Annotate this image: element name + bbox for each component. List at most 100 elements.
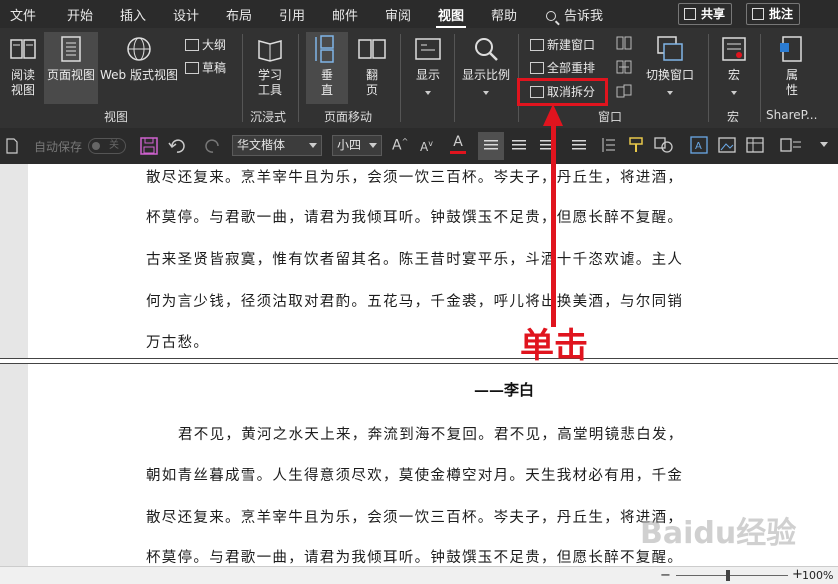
annotation-highlight-box <box>517 78 608 106</box>
draft-label: 草稿 <box>202 61 227 75</box>
draft-button[interactable]: 草稿 <box>185 59 226 76</box>
chevron-down-icon <box>483 91 489 95</box>
group-separator <box>708 34 709 122</box>
paragraph-line: 杯莫停。与君歌一曲，请君为我倾耳听。钟鼓馔玉不足贵，但愿长醉不复醒。 <box>146 210 684 226</box>
font-size-select[interactable]: 小四 <box>332 135 382 156</box>
macros-button[interactable]: 宏 <box>714 34 754 95</box>
group-separator <box>454 34 455 122</box>
globe-icon <box>124 34 154 64</box>
group-separator <box>242 34 243 122</box>
font-name-value: 华文楷体 <box>237 138 286 152</box>
tell-me-search[interactable]: 告诉我 <box>546 5 603 24</box>
outline-label: 大纲 <box>202 38 227 52</box>
autosave-state: 关 <box>109 140 119 151</box>
justify-icon[interactable] <box>572 140 586 152</box>
sync-scroll-icon[interactable] <box>616 60 632 77</box>
side-by-side-button[interactable]: 翻 页 <box>352 34 392 98</box>
tab-view[interactable]: 视图 <box>435 5 467 29</box>
autosave-toggle[interactable]: 关 <box>88 138 126 154</box>
annotation-arrow-shaft <box>551 122 556 327</box>
baidu-watermark: Baidu经验 <box>640 516 797 551</box>
shapes-icon[interactable] <box>654 136 674 157</box>
group-separator <box>400 34 401 122</box>
align-center-icon[interactable] <box>512 140 526 152</box>
vertical-button[interactable]: 垂 直 <box>306 34 348 98</box>
show-label: 显示 <box>415 68 440 82</box>
arrange-all-icon <box>530 62 544 74</box>
new-window-button[interactable]: 新建窗口 <box>530 36 595 53</box>
grow-font-icon[interactable]: A^ <box>392 137 408 154</box>
page-icon <box>56 34 86 64</box>
vertical-pages-icon <box>312 34 342 64</box>
poem-author: ——李白 <box>474 381 535 399</box>
web-layout-button[interactable]: Web 版式视图 <box>98 34 180 83</box>
save-icon[interactable] <box>140 137 158 158</box>
redo-icon[interactable] <box>204 137 222 158</box>
print-layout-button[interactable]: 页面视图 <box>44 34 98 83</box>
zoom-slider-track[interactable] <box>676 575 788 576</box>
web-layout-label: Web 版式视图 <box>100 68 178 82</box>
quick-format-toolbar: 自动保存 关 华文楷体 小四 A^ Av A A <box>0 128 838 164</box>
line-spacing-icon[interactable] <box>600 137 616 156</box>
view-side-by-side-icon[interactable] <box>616 36 632 53</box>
paragraph-line: 散尽还复来。烹羊宰牛且为乐，会须一饮三百杯。岑夫子，丹丘生，将进酒， <box>146 510 684 526</box>
comments-button[interactable]: 批注 <box>746 3 801 25</box>
tab-references[interactable]: 引用 <box>279 5 305 24</box>
annotation-label: 单击 <box>520 326 588 366</box>
side-by-side-icon <box>357 34 387 64</box>
zoom-percentage[interactable]: 100% <box>802 569 833 582</box>
font-color-button[interactable]: A <box>450 134 466 154</box>
font-size-value: 小四 <box>337 138 362 152</box>
tab-review[interactable]: 审阅 <box>385 5 411 24</box>
paragraph-line: 何为言少钱，径须沽取对君酌。五花马，千金裘，呼儿将出换美酒，与尔同销 <box>146 294 684 310</box>
tab-insert[interactable]: 插入 <box>120 5 146 24</box>
properties-icon <box>777 34 807 64</box>
customize-toolbar-icon[interactable] <box>820 142 828 147</box>
zoom-out-icon[interactable]: − <box>660 568 671 583</box>
magnifier-icon <box>471 34 501 64</box>
font-name-select[interactable]: 华文楷体 <box>232 135 322 156</box>
outline-icon <box>185 39 199 51</box>
tab-design[interactable]: 设计 <box>173 5 199 24</box>
format-painter-icon[interactable] <box>628 136 646 157</box>
reset-window-icon[interactable] <box>616 84 632 101</box>
picture-icon[interactable] <box>718 136 736 157</box>
read-mode-button[interactable]: 阅读 视图 <box>4 34 42 98</box>
switch-windows-button[interactable]: 切换窗口 <box>640 34 700 95</box>
undo-icon[interactable] <box>168 137 190 158</box>
macros-label: 宏 <box>727 68 740 82</box>
tell-me-label: 告诉我 <box>564 9 604 24</box>
share-button[interactable]: 共享 <box>678 3 733 25</box>
arrange-all-button[interactable]: 全部重排 <box>530 59 595 76</box>
status-bar: − + 100% <box>0 566 838 584</box>
text-box-icon[interactable]: A <box>690 136 708 157</box>
tab-home[interactable]: 开始 <box>67 5 93 24</box>
outline-button[interactable]: 大纲 <box>185 36 226 53</box>
tab-layout[interactable]: 布局 <box>226 5 252 24</box>
align-left-icon[interactable] <box>484 140 498 152</box>
group-label-macros: 宏 <box>727 110 740 124</box>
split-bar[interactable] <box>0 358 838 364</box>
zoom-button[interactable]: 显示比例 <box>458 34 514 95</box>
group-label-immersive: 沉浸式 <box>250 110 287 124</box>
properties-button[interactable]: 属 性 <box>772 34 812 98</box>
paragraph-line: 万古愁。 <box>146 335 210 351</box>
autosave-label: 自动保存 <box>34 140 83 154</box>
paragraph-line: 古来圣贤皆寂寞，惟有饮者留其名。陈王昔时宴平乐，斗酒十千恣欢谑。主人 <box>146 252 684 268</box>
tab-mailings[interactable]: 邮件 <box>332 5 358 24</box>
read-mode-label: 阅读 视图 <box>10 68 35 97</box>
group-separator <box>298 34 299 122</box>
paragraph-line: 朝如青丝暮成雪。人生得意须尽欢，莫使金樽空对月。天生我材必有用，千金 <box>146 468 684 484</box>
tab-file[interactable]: 文件 <box>10 5 36 24</box>
group-label-sharepoint: ShareP... <box>766 108 818 122</box>
zoom-slider-thumb[interactable] <box>726 570 730 581</box>
learning-tools-button[interactable]: 学习 工具 <box>250 34 290 98</box>
table-icon[interactable] <box>746 136 764 157</box>
tab-help[interactable]: 帮助 <box>491 5 517 24</box>
group-label-page-movement: 页面移动 <box>324 110 373 124</box>
shrink-font-icon[interactable]: Av <box>420 139 433 154</box>
position-icon[interactable] <box>780 136 802 157</box>
new-document-icon[interactable] <box>6 138 18 157</box>
show-button[interactable]: 显示 <box>408 34 448 95</box>
chevron-down-icon <box>369 143 377 148</box>
